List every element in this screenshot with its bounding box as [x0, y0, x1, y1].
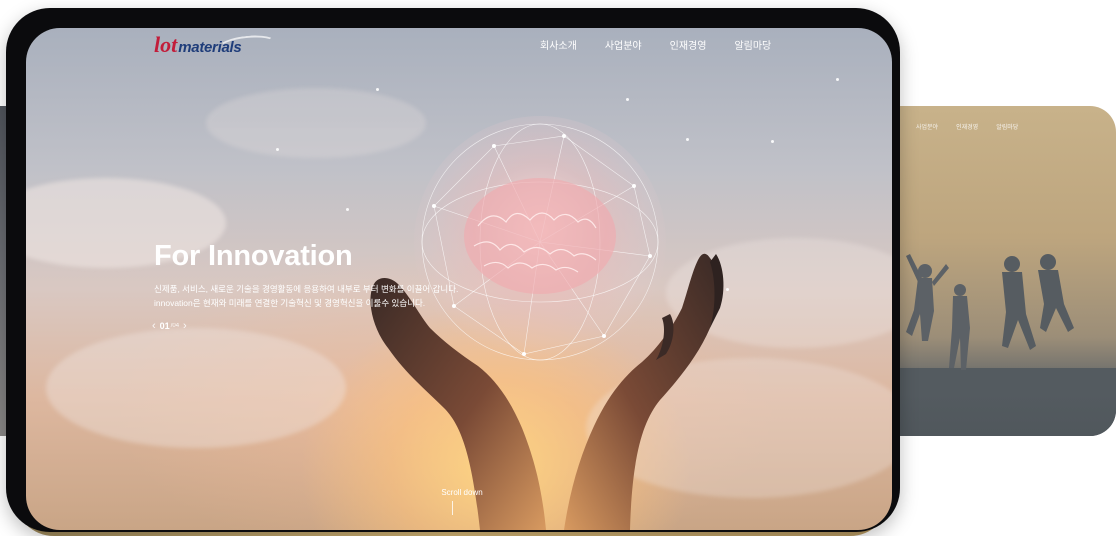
- hero-description-line: innovation은 현재와 미래를 연결한 기술혁신 및 경영혁신을 이룰수…: [154, 298, 426, 308]
- sparkle: [726, 288, 729, 291]
- sparkle: [771, 140, 774, 143]
- sparkle: [686, 138, 689, 141]
- hero-slide: lot materials 회사소개 사업분야 인재경영 알림마당 For In…: [26, 28, 892, 530]
- logo-swoosh-icon: [217, 33, 277, 57]
- sparkle: [346, 208, 349, 211]
- cloud: [586, 358, 892, 498]
- pager-total: /04: [170, 323, 180, 329]
- brain-globe-image: [414, 116, 666, 368]
- hero-description-line: 신제품, 서비스, 새로운 기술을 경영활동에 응용하여 내부로 부터 변화를 …: [154, 284, 459, 294]
- presentation-scene: 사업분야 인재경영 알림마당 lot materials 회사소개 사업분야 인…: [0, 0, 1116, 536]
- sparkle: [836, 78, 839, 81]
- hero-description: 신제품, 서비스, 새로운 기술을 경영활동에 응용하여 내부로 부터 변화를 …: [154, 282, 458, 310]
- nav-item-careers[interactable]: 인재경영: [670, 37, 707, 52]
- network-mesh-icon: [421, 123, 659, 361]
- sparkle: [376, 88, 379, 91]
- sparkle: [626, 98, 629, 101]
- scroll-down-indicator: [452, 501, 453, 515]
- main-nav: 회사소개 사업분야 인재경영 알림마당: [540, 37, 771, 52]
- pager-current: 01: [159, 321, 170, 331]
- brand-logo[interactable]: lot materials: [154, 32, 277, 58]
- cloud: [206, 88, 426, 158]
- hero-title: For Innovation: [154, 240, 353, 272]
- nav-item-business[interactable]: 사업분야: [605, 37, 642, 52]
- logo-mark: lot: [154, 32, 178, 57]
- chevron-right-icon[interactable]: ›: [183, 320, 187, 332]
- cloud: [666, 238, 892, 348]
- nav-item-notice[interactable]: 알림마당: [734, 37, 771, 52]
- slide-pager: ‹ 01 /04 ›: [152, 320, 187, 332]
- tablet-frame: lot materials 회사소개 사업분야 인재경영 알림마당 For In…: [6, 8, 900, 532]
- scroll-down-label[interactable]: Scroll down: [432, 488, 492, 497]
- chevron-left-icon[interactable]: ‹: [152, 320, 156, 332]
- sparkle: [276, 148, 279, 151]
- cloud: [46, 328, 346, 448]
- nav-item-company[interactable]: 회사소개: [540, 37, 577, 52]
